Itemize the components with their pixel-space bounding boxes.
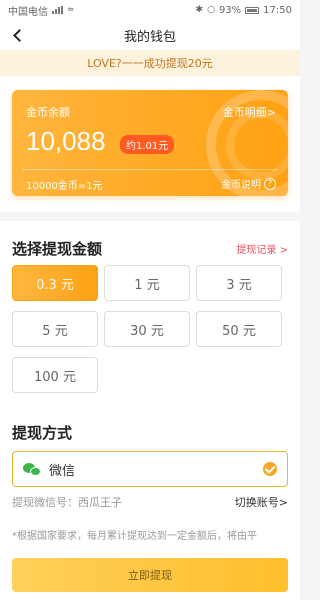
amount-option-50[interactable]: 50 元 [196, 311, 282, 347]
withdraw-method-section: 提现方式 微信 提现微信号：西瓜王子 切换账号> *根据国家要求，每月累计提现达… [0, 407, 300, 557]
wifi-icon: ≈ [67, 5, 75, 15]
bluetooth-icon: ✱ [195, 5, 204, 15]
clock-time: 17:50 [263, 4, 292, 16]
balance-card: 金币余额 金币明细> 10,088 约1.01元 10000金币=1元 金币说明… [12, 90, 288, 196]
chevron-left-icon [13, 28, 26, 42]
amount-option-30[interactable]: 30 元 [104, 311, 190, 347]
wechat-account-label: 提现微信号：西瓜王子 [12, 496, 122, 509]
withdraw-records-link[interactable]: 提现记录 > [236, 241, 288, 256]
carrier-label: 中国电信 [8, 6, 48, 18]
withdraw-note: *根据国家要求，每月累计提现达到一定金额后，将由平 [12, 531, 257, 542]
withdraw-amount-title: 选择提现金额 [12, 239, 103, 258]
coin-explain-link[interactable]: 金币说明 ? [221, 176, 276, 191]
status-bar: 中国电信 ≈ ✱ ○ 93% 17:50 [0, 0, 300, 20]
withdraw-now-button[interactable]: 立即提现 [12, 558, 288, 592]
selected-check-icon [263, 462, 277, 476]
withdraw-notice-banner: LOVE?一一成功提现20元 [0, 50, 300, 76]
alarm-icon: ○ [207, 5, 215, 15]
page-title: 我的钱包 [123, 29, 176, 45]
amount-option-5[interactable]: 5 元 [12, 311, 98, 347]
balance-card-section: 金币余额 金币明细> 10,088 约1.01元 10000金币=1元 金币说明… [0, 76, 300, 212]
coin-details-link[interactable]: 金币明细> [223, 104, 276, 120]
amount-option-100[interactable]: 100 元 [12, 357, 98, 393]
notice-text: LOVE?一一成功提现20元 [87, 57, 213, 70]
amount-options-grid: 0.3 元 1 元 3 元 5 元 30 元 50 元 100 元 [12, 265, 288, 407]
wechat-icon [23, 462, 41, 476]
withdraw-amount-section: 选择提现金额 提现记录 > 0.3 元 1 元 3 元 5 元 30 元 50 … [0, 221, 300, 407]
equivalent-badge: 约1.01元 [120, 135, 175, 154]
battery-icon [245, 6, 260, 14]
switch-account-link[interactable]: 切换账号> [235, 494, 288, 510]
question-icon: ? [264, 177, 276, 190]
signal-icon [52, 6, 63, 14]
amount-option-3[interactable]: 3 元 [196, 265, 282, 301]
bottom-bar: 立即提现 [0, 554, 300, 600]
withdraw-method-title: 提现方式 [12, 423, 73, 442]
balance-amount: 10,088 [26, 126, 106, 156]
back-button[interactable] [8, 25, 28, 45]
card-divider [22, 169, 278, 170]
exchange-rate: 10000金币=1元 [26, 181, 103, 192]
balance-label: 金币余额 [26, 106, 70, 119]
coin-explain-label: 金币说明 [221, 180, 261, 191]
wechat-method-option[interactable]: 微信 [12, 451, 288, 487]
amount-option-0-3[interactable]: 0.3 元 [12, 265, 98, 301]
amount-option-1[interactable]: 1 元 [104, 265, 190, 301]
wechat-method-label: 微信 [49, 463, 76, 479]
nav-bar: 我的钱包 [0, 20, 300, 50]
battery-level: 93% [218, 4, 242, 16]
